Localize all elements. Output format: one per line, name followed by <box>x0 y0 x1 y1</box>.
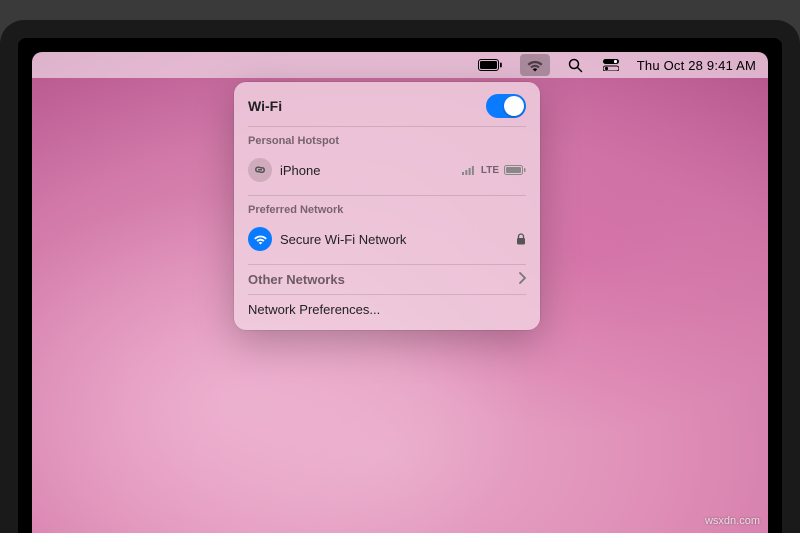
wifi-icon[interactable] <box>520 54 550 76</box>
laptop-frame: Thu Oct 28 9:41 AM Wi-Fi Personal Hotspo… <box>0 20 800 533</box>
control-center-icon[interactable] <box>601 52 621 78</box>
hotspot-device-label: iPhone <box>280 163 454 178</box>
hotspot-battery-icon <box>504 165 526 175</box>
wifi-panel-header: Wi-Fi <box>234 92 540 126</box>
menubar: Thu Oct 28 9:41 AM <box>32 52 768 78</box>
watermark: wsxdn.com <box>705 515 760 527</box>
hotspot-icon <box>248 158 272 182</box>
preferred-section-label: Preferred Network <box>234 196 540 220</box>
hotspot-status-icons: LTE <box>462 165 526 176</box>
lte-label: LTE <box>481 165 499 176</box>
wifi-toggle[interactable] <box>486 94 526 118</box>
other-networks-row[interactable]: Other Networks <box>234 265 540 294</box>
preferred-network-label: Secure Wi-Fi Network <box>280 232 508 247</box>
search-icon[interactable] <box>566 52 585 78</box>
signal-bars-icon <box>462 165 476 175</box>
network-preferences-row[interactable]: Network Preferences... <box>234 295 540 324</box>
hotspot-section-label: Personal Hotspot <box>234 127 540 151</box>
lock-icon <box>516 233 526 245</box>
preferred-network-row[interactable]: Secure Wi-Fi Network <box>234 220 540 258</box>
wifi-title: Wi-Fi <box>248 98 282 114</box>
menubar-datetime[interactable]: Thu Oct 28 9:41 AM <box>637 58 756 73</box>
desktop: Thu Oct 28 9:41 AM Wi-Fi Personal Hotspo… <box>32 52 768 533</box>
battery-icon[interactable] <box>476 52 504 78</box>
chevron-right-icon <box>518 272 526 287</box>
other-networks-label: Other Networks <box>248 272 510 287</box>
wifi-panel: Wi-Fi Personal Hotspot iPhone <box>234 82 540 330</box>
hotspot-row[interactable]: iPhone LTE <box>234 151 540 189</box>
screen-bezel: Thu Oct 28 9:41 AM Wi-Fi Personal Hotspo… <box>18 38 782 533</box>
network-preferences-label: Network Preferences... <box>248 302 526 317</box>
wifi-network-icon <box>248 227 272 251</box>
